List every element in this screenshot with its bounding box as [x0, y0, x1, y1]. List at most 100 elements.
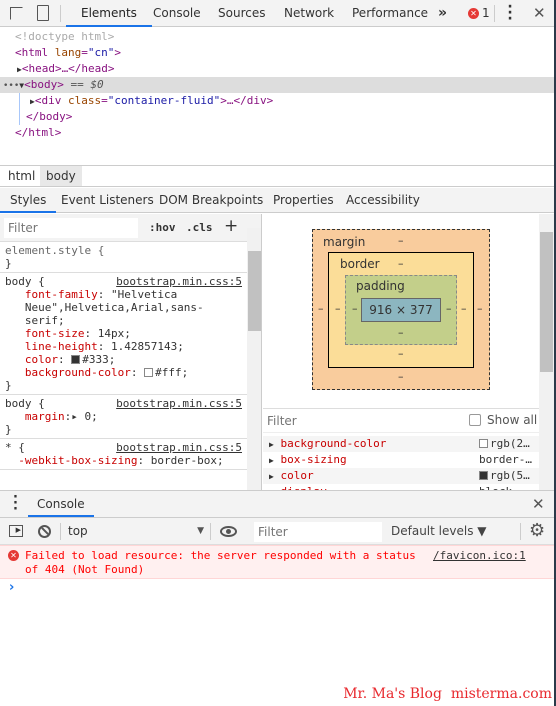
sidebar-tabs: Styles Event Listeners DOM Breakpoints P…	[0, 188, 556, 213]
margin-left[interactable]: –	[318, 302, 324, 315]
tab-performance[interactable]: Performance	[352, 0, 428, 27]
html-node[interactable]: <html lang="cn">	[0, 45, 556, 61]
style-rule: bootstrap.min.css:5 body { font-family: "…	[0, 273, 247, 395]
breadcrumb-html[interactable]: html	[2, 166, 41, 186]
doctype-node: <!doctype html>	[15, 30, 115, 43]
live-expression-eye-icon[interactable]	[220, 526, 237, 537]
log-levels-dropdown[interactable]: Default levels ▼	[391, 518, 487, 545]
tab-console[interactable]: Console	[153, 0, 201, 27]
property-value[interactable]: #fff;	[155, 366, 188, 379]
drawer-menu-icon[interactable]: · · ·	[13, 491, 18, 516]
margin-right[interactable]: –	[477, 302, 483, 315]
border-bottom[interactable]: –	[398, 347, 404, 360]
tab-event-listeners[interactable]: Event Listeners	[61, 188, 154, 213]
property-value[interactable]: #333;	[82, 353, 115, 366]
tab-sources[interactable]: Sources	[218, 0, 265, 27]
padding-bottom[interactable]: –	[398, 326, 404, 339]
new-rule-button[interactable]: +	[224, 216, 238, 236]
computed-row[interactable]: ▶ box-sizing border-…	[263, 452, 541, 468]
property-value[interactable]: ▸ 0;	[71, 410, 98, 423]
property-name[interactable]: font-family	[25, 288, 98, 301]
console-toolbar: ▶ top ▼ Default levels ▼ ⚙	[0, 518, 556, 545]
property-name[interactable]: background-color	[25, 366, 131, 379]
error-count[interactable]: 1	[482, 6, 490, 20]
console-settings-gear-icon[interactable]: ⚙	[529, 520, 545, 541]
menu-kebab-icon[interactable]: · · ·	[506, 0, 514, 26]
computed-pane: Show all ▶ background-colorrgb(2… ▶ box-…	[263, 408, 541, 490]
source-link[interactable]: bootstrap.min.css:5	[116, 397, 242, 410]
hover-state-toggle[interactable]: :hov	[149, 221, 176, 234]
property-value[interactable]: border-box;	[151, 454, 224, 467]
property-name[interactable]: -webkit-box-sizing	[18, 454, 137, 467]
class-toggle[interactable]: .cls	[186, 221, 213, 234]
scrollbar-thumb[interactable]	[248, 251, 261, 331]
tab-dom-breakpoints[interactable]: DOM Breakpoints	[159, 188, 263, 213]
property-name[interactable]: margin	[25, 410, 65, 423]
tab-properties[interactable]: Properties	[273, 188, 334, 213]
source-link[interactable]: bootstrap.min.css:5	[116, 441, 242, 454]
show-all-checkbox[interactable]	[469, 414, 481, 426]
color-swatch[interactable]	[71, 355, 81, 364]
breadcrumb-body[interactable]: body	[40, 166, 82, 186]
property-value[interactable]: 14px;	[98, 327, 131, 340]
margin-top[interactable]: –	[398, 234, 404, 247]
box-margin: margin – – – – border – – – – padding – …	[312, 229, 490, 390]
style-rule: bootstrap.min.css:5 * { -webkit-box-sizin…	[0, 439, 247, 470]
tab-network[interactable]: Network	[284, 0, 334, 27]
box-content[interactable]: 916 × 377	[361, 298, 441, 322]
div-node[interactable]: ▶<div class="container-fluid">…</div>	[19, 93, 556, 109]
source-link[interactable]: bootstrap.min.css:5	[116, 275, 242, 288]
property-name[interactable]: line-height	[25, 340, 98, 353]
html-close-node[interactable]: </html>	[0, 125, 556, 141]
divider	[494, 5, 495, 22]
body-close-node[interactable]: </body>	[19, 109, 556, 125]
padding-right[interactable]: –	[446, 302, 452, 315]
computed-row[interactable]: ▶ color rgb(5…	[263, 468, 541, 484]
more-tabs-button[interactable]: »	[438, 0, 447, 27]
context-select[interactable]: top ▼	[68, 518, 204, 545]
inspect-element-icon[interactable]	[10, 7, 23, 20]
error-icon[interactable]: ✕	[468, 8, 479, 19]
selector: body {	[5, 397, 45, 410]
console-filter-input[interactable]	[254, 522, 382, 542]
computed-row[interactable]: ▶ background-color rgb(2…	[263, 436, 541, 452]
property-value[interactable]: 1.42857143;	[111, 340, 184, 353]
margin-bottom[interactable]: –	[398, 370, 404, 383]
box-model-pane: margin – – – – border – – – – padding – …	[263, 214, 541, 408]
tab-accessibility[interactable]: Accessibility	[346, 188, 420, 213]
border-right[interactable]: –	[461, 302, 467, 315]
error-icon: ✕	[8, 550, 19, 561]
console-prompt[interactable]: ›	[0, 580, 556, 598]
property-name[interactable]: font-size	[25, 327, 85, 340]
show-all-label[interactable]: Show all	[487, 413, 537, 427]
body-node-selected[interactable]: •••▼<body> == $0	[0, 77, 556, 93]
clear-console-icon[interactable]	[38, 525, 51, 538]
computed-filter-input[interactable]	[267, 411, 417, 431]
color-swatch[interactable]	[144, 368, 154, 377]
selector: element.style {	[5, 244, 105, 257]
padding-left[interactable]: –	[352, 302, 358, 315]
console-drawer-header: · · · Console ✕	[0, 490, 556, 518]
head-node[interactable]: ▶<head>…</head>	[0, 61, 556, 77]
close-icon[interactable]: ✕	[533, 4, 546, 22]
drawer-tab-console[interactable]: Console	[28, 491, 94, 517]
color-swatch	[479, 439, 488, 448]
close-drawer-icon[interactable]: ✕	[532, 495, 545, 513]
border-top[interactable]: –	[398, 257, 404, 270]
scrollbar-thumb[interactable]	[540, 232, 553, 372]
selector: * {	[5, 441, 25, 454]
tab-elements[interactable]: Elements	[66, 0, 152, 27]
sidebar-toggle-icon[interactable]: ▶	[9, 525, 23, 537]
device-toolbar-icon[interactable]	[37, 5, 49, 21]
tag-name: <body>	[24, 78, 64, 91]
error-source-link[interactable]: /favicon.ico:1	[433, 549, 526, 563]
dom-tree: <!doctype html> <html lang="cn"> ▶<head>…	[0, 29, 556, 141]
styles-scrollbar[interactable]	[247, 228, 261, 490]
border-left[interactable]: –	[335, 302, 341, 315]
tab-styles[interactable]: Styles	[0, 188, 57, 213]
property-name[interactable]: color	[25, 353, 58, 366]
styles-filter-input[interactable]	[4, 218, 138, 238]
style-rule: element.style {}	[0, 242, 247, 273]
right-pane-scrollbar[interactable]	[539, 214, 554, 490]
divider	[210, 523, 211, 540]
